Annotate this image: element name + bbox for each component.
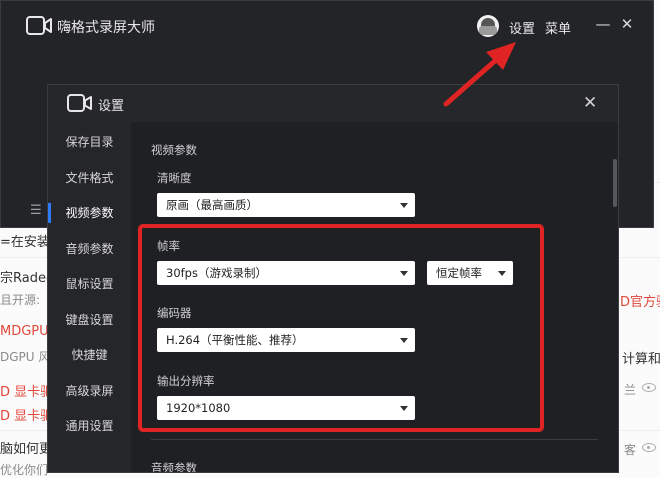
resolution-select[interactable]: 1920*1080: [157, 396, 415, 420]
sidebar-item-video-params[interactable]: 视频参数: [48, 196, 131, 230]
bg-text-fragment: MDGPU: [0, 324, 49, 339]
bg-text-fragment: =在安装: [0, 235, 50, 250]
framerate-value: 30fps（游戏录制）: [166, 266, 267, 280]
bg-text-fragment: 客: [624, 443, 637, 457]
chevron-down-icon: [400, 271, 408, 276]
clarity-value: 原画（最高画质）: [166, 198, 258, 212]
sidebar-item-file-format[interactable]: 文件格式: [48, 161, 131, 195]
sidebar-item-audio-params[interactable]: 音频参数: [48, 232, 131, 266]
chevron-down-icon: [400, 406, 408, 411]
clarity-label: 清晰度: [157, 171, 192, 185]
user-avatar[interactable]: [477, 15, 499, 37]
encoder-select[interactable]: H.264（平衡性能、推荐）: [157, 328, 415, 352]
bg-text-fragment: D 显卡驱: [0, 409, 54, 424]
framerate-mode-select[interactable]: 恒定帧率: [427, 261, 513, 285]
clarity-select[interactable]: 原画（最高画质）: [157, 193, 415, 217]
sidebar-item-general-settings[interactable]: 通用设置: [48, 409, 131, 443]
menu-button[interactable]: 菜单: [545, 18, 571, 37]
bg-text-fragment: DGPU 风: [0, 350, 51, 364]
bg-text-fragment: 宗Radeo: [0, 271, 54, 286]
settings-button[interactable]: 设置: [509, 18, 535, 37]
resolution-label: 输出分辨率: [157, 374, 215, 388]
encoder-value: H.264（平衡性能、推荐）: [166, 333, 304, 347]
encoder-label: 编码器: [157, 306, 192, 320]
settings-content: 视频参数 清晰度 原画（最高画质） 帧率 30fps（游戏录制） 恒定帧率 编码…: [131, 122, 618, 472]
app-title: 嗨格式录屏大师: [57, 20, 155, 36]
view-count-icon: [642, 383, 656, 392]
bg-text-fragment: 脑如何更: [0, 442, 53, 457]
chevron-down-icon: [400, 338, 408, 343]
content-scrollbar[interactable]: [613, 159, 617, 207]
settings-sidebar: 保存目录 文件格式 视频参数 音频参数 鼠标设置 键盘设置 快捷键 高级录屏 通用设置: [48, 122, 131, 472]
bg-text-fragment: 优化你们: [0, 463, 49, 477]
framerate-select[interactable]: 30fps（游戏录制）: [157, 261, 415, 285]
settings-dialog: 设置 ✕ 保存目录 文件格式 视频参数 音频参数 鼠标设置 键盘设置 快捷键 高级录屏 通用设置…: [47, 84, 619, 473]
framerate-label: 帧率: [157, 239, 180, 253]
sidebar-item-advanced-recording[interactable]: 高级录屏: [48, 374, 131, 408]
bg-text-fragment: D 显卡驱: [0, 385, 54, 400]
audio-section-title: 音频参数: [151, 461, 197, 473]
minimize-icon[interactable]: —: [593, 15, 613, 33]
bg-text-fragment: 计算和: [622, 352, 660, 367]
sidebar-item-keyboard-settings[interactable]: 键盘设置: [48, 303, 131, 337]
camera-logo-icon: [26, 16, 52, 35]
dialog-close-icon[interactable]: ✕: [583, 93, 597, 113]
sidebar-item-hotkeys[interactable]: 快捷键: [48, 338, 131, 372]
view-count-icon: [642, 443, 656, 452]
chevron-down-icon: [498, 271, 506, 276]
sidebar-item-mouse-settings[interactable]: 鼠标设置: [48, 267, 131, 301]
video-section-title: 视频参数: [151, 143, 197, 157]
section-divider: [151, 439, 598, 440]
camera-logo-icon: [67, 94, 92, 112]
dialog-title-bar: 设置 ✕: [48, 85, 618, 122]
close-icon[interactable]: ✕: [617, 15, 637, 33]
bg-text-fragment: 兰: [624, 383, 637, 397]
bg-text-fragment: D官方驱: [620, 295, 660, 310]
framerate-mode-value: 恒定帧率: [436, 266, 482, 280]
sidebar-item-save-dir[interactable]: 保存目录: [48, 125, 131, 159]
chevron-down-icon: [400, 203, 408, 208]
bg-text-fragment: 且开源:: [0, 293, 41, 307]
list-icon[interactable]: ☰: [30, 203, 42, 218]
dialog-title: 设置: [98, 99, 125, 114]
resolution-value: 1920*1080: [166, 401, 231, 415]
main-title-bar: 嗨格式录屏大师 设置 菜单 — ✕: [1, 1, 653, 51]
